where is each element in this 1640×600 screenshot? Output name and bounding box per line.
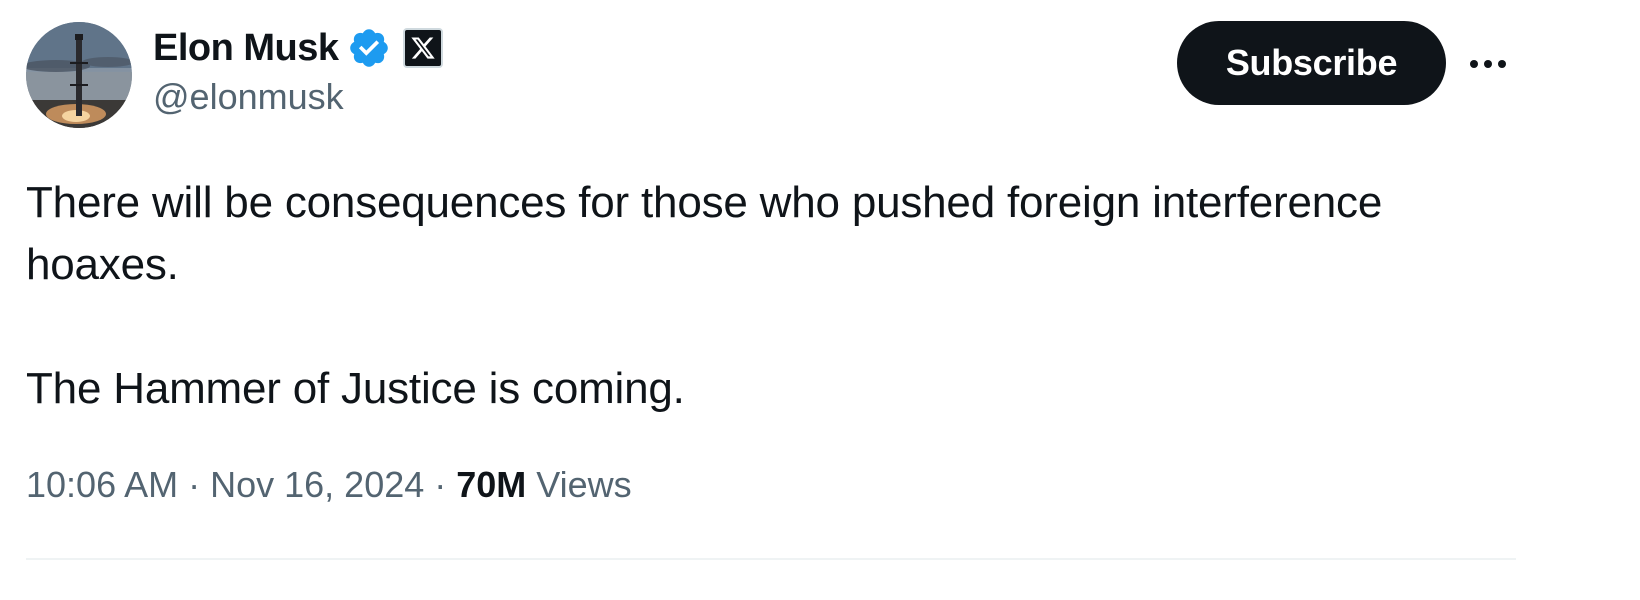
tweet-text-blank-line — [26, 296, 1526, 358]
avatar[interactable] — [26, 22, 132, 128]
tweet: Elon Musk @elonmusk Subscribe There will… — [0, 0, 1640, 600]
author-display-name[interactable]: Elon Musk — [153, 27, 339, 70]
tweet-text: There will be consequences for those who… — [26, 172, 1526, 420]
tweet-meta: 10:06 AM · Nov 16, 2024 · 70M Views — [26, 464, 632, 506]
tweet-time[interactable]: 10:06 AM — [26, 464, 178, 506]
x-logo-icon[interactable] — [402, 28, 443, 68]
subscribe-button[interactable]: Subscribe — [1177, 21, 1446, 105]
tweet-text-line: There will be consequences for those who… — [26, 178, 1383, 227]
avatar-rocket-image — [26, 22, 132, 128]
divider — [26, 558, 1516, 560]
meta-separator: · — [188, 464, 201, 505]
author-name-row: Elon Musk — [153, 24, 443, 72]
tweet-text-line: The Hammer of Justice is coming. — [26, 364, 685, 413]
views-count[interactable]: 70M — [456, 464, 526, 506]
tweet-date[interactable]: Nov 16, 2024 — [210, 464, 424, 506]
author-handle[interactable]: @elonmusk — [153, 76, 344, 118]
verified-badge-icon[interactable] — [347, 26, 391, 70]
views-label: Views — [536, 464, 632, 505]
meta-separator: · — [434, 464, 447, 505]
tweet-text-line: hoaxes. — [26, 240, 179, 289]
more-horizontal-icon[interactable] — [1464, 44, 1512, 84]
